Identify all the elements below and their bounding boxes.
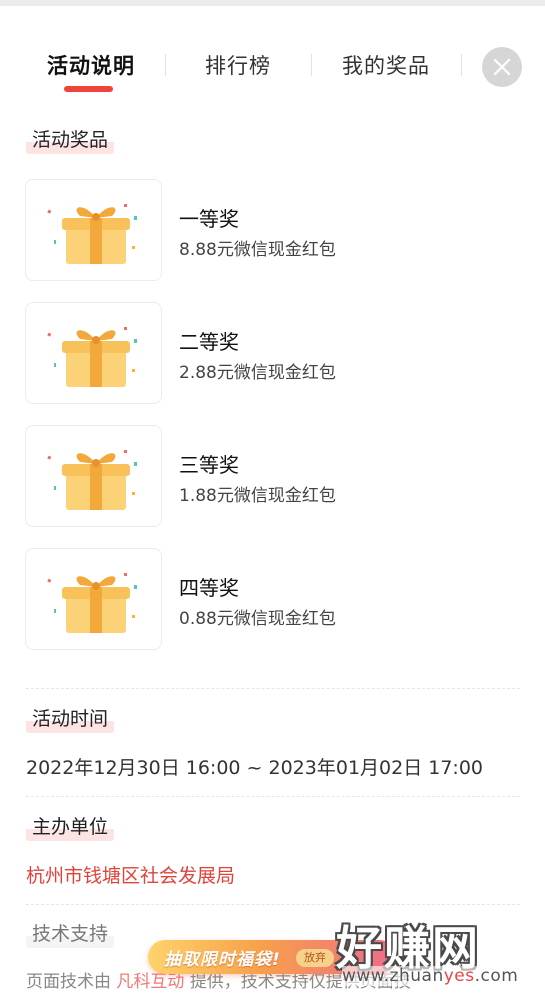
tab-my-prizes[interactable]: 我的奖品	[342, 50, 430, 80]
tab-bar: 活动说明 排行榜 我的奖品	[0, 36, 545, 96]
lucky-bag-label: 抽取限时福袋!	[164, 950, 281, 970]
tab-activity-info[interactable]: 活动说明	[47, 50, 135, 80]
tech-prefix: 页面技术由	[26, 972, 111, 992]
prize-image	[25, 425, 162, 527]
gift-box-icon	[47, 204, 137, 264]
prize-name: 一等奖	[179, 207, 239, 231]
prize-description: 1.88元微信现金红包	[179, 486, 336, 506]
tab-leaderboard[interactable]: 排行榜	[205, 50, 271, 80]
tab-divider	[461, 54, 462, 76]
prize-image	[25, 179, 162, 281]
watermark: 好赚网 www.zhuanyes.com	[336, 912, 536, 992]
activity-time: 2022年12月30日 16:00 ~ 2023年01月02日 17:00	[26, 757, 484, 779]
section-divider	[26, 904, 520, 905]
prize-description: 8.88元微信现金红包	[179, 240, 336, 260]
prize-image	[25, 548, 162, 650]
tech-provider-link[interactable]: 凡科互动	[116, 972, 184, 992]
watermark-url-highlight: yes	[443, 966, 475, 986]
tab-divider	[311, 54, 312, 76]
top-strip	[0, 0, 545, 6]
watermark-url-suffix: .com	[474, 966, 519, 986]
prize-name: 三等奖	[179, 453, 239, 477]
prize-image	[25, 302, 162, 404]
prize-name: 四等奖	[179, 576, 239, 600]
organizer-name: 杭州市钱塘区社会发展局	[26, 865, 236, 887]
close-icon	[493, 58, 511, 76]
prize-description: 0.88元微信现金红包	[179, 609, 336, 629]
prize-item: 一等奖 8.88元微信现金红包	[25, 179, 475, 281]
prize-item: 三等奖 1.88元微信现金红包	[25, 425, 475, 527]
section-divider	[26, 796, 520, 797]
tab-divider	[165, 54, 166, 76]
time-section-title: 活动时间	[26, 704, 115, 733]
lucky-bag-tag[interactable]: 放弃	[296, 949, 334, 967]
watermark-url-prefix: www.zhuan	[342, 966, 444, 986]
organizer-section-title: 主办单位	[26, 812, 115, 841]
section-divider	[26, 688, 520, 689]
prize-description: 2.88元微信现金红包	[179, 363, 336, 383]
gift-box-icon	[47, 327, 137, 387]
page: 活动说明 排行榜 我的奖品 活动奖品 一等奖 8.88元微信现金红包 二等奖 2…	[0, 0, 545, 1000]
gift-box-icon	[47, 573, 137, 633]
prize-name: 二等奖	[179, 330, 239, 354]
active-tab-indicator	[64, 86, 113, 92]
prize-item: 二等奖 2.88元微信现金红包	[25, 302, 475, 404]
watermark-url: www.zhuanyes.com	[342, 966, 519, 986]
close-button[interactable]	[482, 47, 522, 87]
prize-item: 四等奖 0.88元微信现金红包	[25, 548, 475, 650]
tech-section-title: 技术支持	[26, 919, 115, 948]
prizes-section-title: 活动奖品	[26, 125, 115, 154]
gift-box-icon	[47, 450, 137, 510]
